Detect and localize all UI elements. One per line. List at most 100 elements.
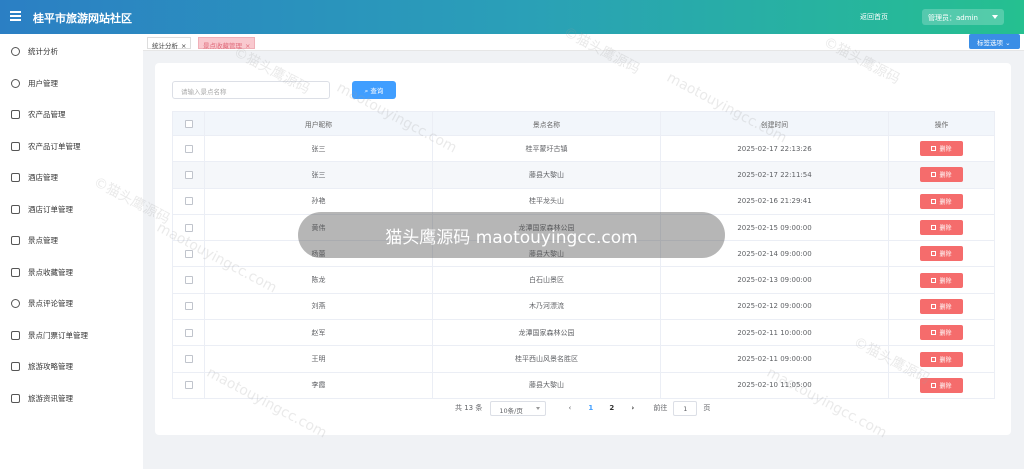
cell-user: 赵军	[205, 320, 433, 346]
cell-time: 2025-02-11 09:00:00	[661, 346, 889, 372]
table-row[interactable]: 王明 桂平西山风景名胜区 2025-02-11 09:00:00 删除	[173, 346, 994, 373]
trash-icon	[931, 225, 937, 231]
sidebar-item[interactable]: 旅游资讯管理	[0, 383, 143, 415]
tab-spot-favorites[interactable]: 景点收藏管理 ×	[198, 37, 256, 50]
sidebar-item[interactable]: 农产品管理	[0, 99, 143, 131]
table-body: 张三 桂平蒙圩古镇 2025-02-17 22:13:26 删除 张三 藤县大黎山 2025…	[173, 136, 994, 399]
user-icon	[11, 78, 20, 88]
tab-options-button[interactable]: 标签选项 ⌄	[969, 34, 1020, 49]
sidebar-item-label: 酒店订单管理	[28, 204, 73, 214]
star-icon	[11, 267, 20, 277]
search-input[interactable]: 请输入景点名称	[172, 81, 330, 99]
chevron-down-icon	[536, 406, 541, 410]
cell-time: 2025-02-16 21:29:41	[661, 188, 889, 214]
delete-label: 删除	[939, 356, 952, 364]
table-row[interactable]: 李霞 藤县大黎山 2025-02-10 11:05:00 删除	[173, 372, 994, 399]
row-checkbox[interactable]	[184, 223, 193, 232]
sidebar-item-label: 旅游攻略管理	[28, 362, 73, 372]
goto-page-input[interactable]: 1	[673, 400, 698, 416]
trash-icon	[931, 146, 937, 152]
cell-spot: 藤县大黎山	[433, 372, 661, 398]
delete-button[interactable]: 删除	[920, 351, 963, 367]
chat-icon	[11, 299, 20, 309]
sidebar-item[interactable]: 景点收藏管理	[0, 257, 143, 289]
sidebar-item[interactable]: 酒店订单管理	[0, 194, 143, 226]
doc-icon	[11, 393, 20, 403]
trash-icon	[931, 356, 937, 362]
sidebar-item-label: 农产品订单管理	[28, 141, 81, 151]
header-user[interactable]: 用户昵称	[205, 112, 433, 135]
sidebar-item-label: 景点评论管理	[28, 299, 73, 309]
page-1-button[interactable]: 1	[582, 404, 599, 412]
trash-icon	[931, 277, 937, 283]
home-link[interactable]: 返回首页	[860, 12, 888, 22]
sidebar-item[interactable]: 旅游攻略管理	[0, 351, 143, 383]
select-all-checkbox[interactable]	[184, 119, 193, 128]
sidebar-item[interactable]: 酒店管理	[0, 162, 143, 194]
table-row[interactable]: 孙艳 桂平龙头山 2025-02-16 21:29:41 删除	[173, 188, 994, 215]
search-button[interactable]: ⌕ 查询	[352, 81, 396, 99]
page-2-button[interactable]: 2	[603, 404, 620, 412]
delete-button[interactable]: 删除	[920, 298, 963, 314]
sidebar-item[interactable]: 景点管理	[0, 225, 143, 257]
row-checkbox[interactable]	[184, 381, 193, 390]
sidebar-item-label: 用户管理	[28, 78, 58, 88]
close-icon[interactable]: ×	[245, 42, 250, 50]
search-icon: ⌕	[364, 87, 369, 95]
menu-toggle-icon[interactable]	[10, 11, 21, 22]
cell-user: 孙艳	[205, 188, 433, 214]
sidebar-item[interactable]: 景点评论管理	[0, 288, 143, 320]
sidebar-item-label: 景点收藏管理	[28, 267, 73, 277]
sidebar-item[interactable]: 统计分析	[0, 36, 143, 68]
row-checkbox[interactable]	[184, 144, 193, 153]
prev-page-button[interactable]: ‹	[561, 404, 578, 412]
delete-button[interactable]: 删除	[920, 377, 963, 393]
table-row[interactable]: 张三 桂平蒙圩古镇 2025-02-17 22:13:26 删除	[173, 136, 994, 163]
row-checkbox[interactable]	[184, 302, 193, 311]
page-size-select[interactable]: 10条/页	[490, 400, 547, 416]
admin-dropdown[interactable]: 管理员：admin	[922, 9, 1004, 25]
table-row[interactable]: 张三 藤县大黎山 2025-02-17 22:11:54 删除	[173, 162, 994, 189]
chevron-down-icon	[992, 15, 998, 19]
sidebar-item[interactable]: 景点门票订单管理	[0, 320, 143, 352]
cell-spot: 桂平蒙圩古镇	[433, 136, 661, 162]
cell-spot: 木乃河漂流	[433, 293, 661, 320]
box-icon	[11, 110, 20, 120]
table-row[interactable]: 赵军 龙潭国家森林公园 2025-02-11 10:00:00 删除	[173, 320, 994, 347]
cell-user: 刘燕	[205, 293, 433, 320]
delete-label: 删除	[939, 172, 952, 180]
next-page-button[interactable]: ›	[624, 404, 641, 412]
goto-label: 前往	[653, 404, 668, 412]
delete-button[interactable]: 删除	[920, 141, 963, 157]
delete-button[interactable]: 删除	[920, 193, 963, 209]
tab-statistics[interactable]: 统计分析 ×	[147, 37, 192, 50]
row-checkbox[interactable]	[184, 355, 193, 364]
delete-button[interactable]: 删除	[920, 220, 963, 236]
trash-icon	[931, 303, 937, 309]
row-checkbox[interactable]	[184, 170, 193, 179]
row-checkbox[interactable]	[184, 328, 193, 337]
sidebar-item-label: 旅游资讯管理	[28, 393, 73, 403]
close-icon[interactable]: ×	[181, 42, 186, 50]
delete-button[interactable]: 删除	[920, 272, 963, 288]
row-checkbox[interactable]	[184, 197, 193, 206]
table-row[interactable]: 陈龙 白石山景区 2025-02-13 09:00:00 删除	[173, 267, 994, 294]
sidebar-item-label: 农产品管理	[28, 110, 66, 120]
app-title: 桂平市旅游网站社区	[33, 12, 132, 25]
cell-time: 2025-02-17 22:13:26	[661, 136, 889, 162]
table-row[interactable]: 刘燕 木乃河漂流 2025-02-12 09:00:00 删除	[173, 293, 994, 321]
sidebar-item[interactable]: 用户管理	[0, 68, 143, 100]
page-unit: 页	[703, 404, 711, 412]
cell-spot: 桂平西山风景名胜区	[433, 346, 661, 372]
row-checkbox[interactable]	[184, 249, 193, 258]
sidebar-item[interactable]: 农产品订单管理	[0, 131, 143, 163]
delete-button[interactable]: 删除	[920, 167, 963, 183]
delete-button[interactable]: 删除	[920, 246, 963, 262]
row-checkbox[interactable]	[184, 276, 193, 285]
delete-label: 删除	[939, 146, 952, 154]
header-time[interactable]: 创建时间	[661, 112, 889, 135]
delete-button[interactable]: 删除	[920, 325, 963, 341]
delete-label: 删除	[939, 225, 952, 233]
chevron-down-icon: ⌄	[1005, 39, 1011, 47]
header-spot[interactable]: 景点名称	[433, 112, 661, 135]
